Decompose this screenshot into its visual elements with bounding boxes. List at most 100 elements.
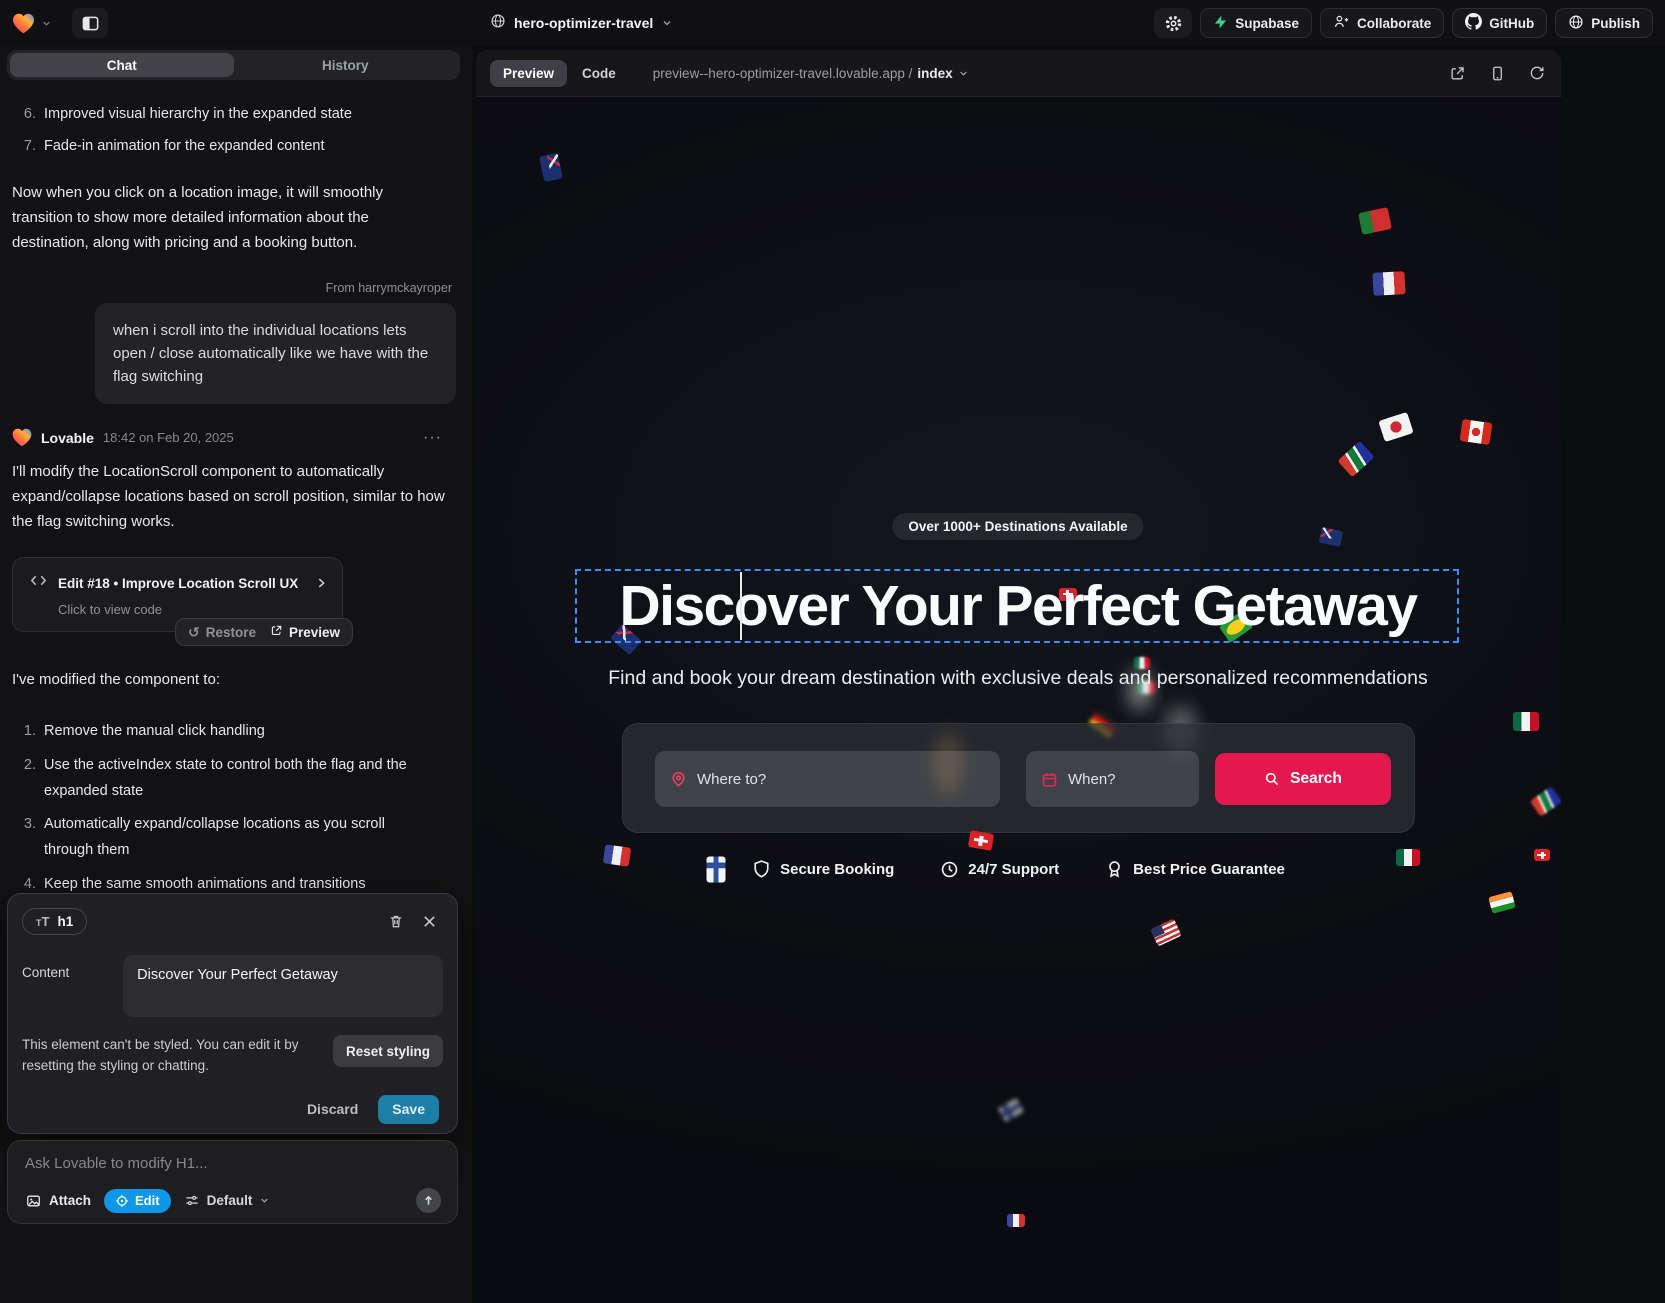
chevron-right-icon bbox=[314, 576, 328, 590]
list-item: 2.Use the activeIndex state to control b… bbox=[12, 753, 456, 805]
where-input[interactable]: Where to? bbox=[655, 751, 1000, 807]
text-caret bbox=[740, 572, 742, 640]
assistant-paragraph: Now when you click on a location image, … bbox=[12, 181, 448, 256]
flag-fi-icon bbox=[997, 1098, 1024, 1123]
discard-button[interactable]: Discard bbox=[307, 1101, 358, 1117]
assistant-name: Lovable bbox=[41, 430, 94, 446]
tab-code[interactable]: Code bbox=[569, 60, 629, 87]
chevron-down-icon[interactable] bbox=[41, 18, 52, 29]
content-textarea[interactable]: Discover Your Perfect Getaway bbox=[123, 955, 443, 1017]
flag-in-icon bbox=[1488, 891, 1516, 914]
restore-button[interactable]: ↺ Restore bbox=[188, 624, 256, 641]
code-icon bbox=[29, 572, 48, 594]
shield-icon bbox=[752, 859, 771, 879]
when-input[interactable]: When? bbox=[1026, 751, 1199, 807]
chat-mode-selector[interactable]: Default bbox=[184, 1193, 271, 1208]
element-tag: h1 bbox=[57, 914, 73, 929]
lovable-logo[interactable] bbox=[12, 13, 35, 34]
external-link-icon bbox=[270, 624, 283, 640]
refresh-button[interactable] bbox=[1529, 65, 1545, 81]
flag-mx-icon bbox=[1513, 712, 1539, 731]
supabase-button[interactable]: Supabase bbox=[1200, 8, 1312, 38]
edit-card-subtitle: Click to view code bbox=[58, 602, 328, 617]
chat-input[interactable]: Ask Lovable to modify H1... bbox=[25, 1155, 441, 1172]
publish-button[interactable]: Publish bbox=[1555, 8, 1653, 38]
open-in-new-tab-button[interactable] bbox=[1449, 65, 1466, 82]
close-icon[interactable] bbox=[422, 914, 437, 929]
flag-au-icon bbox=[539, 152, 563, 181]
edit-card[interactable]: Edit #18 • Improve Location Scroll UX Cl… bbox=[12, 557, 343, 632]
save-button[interactable]: Save bbox=[378, 1095, 439, 1124]
from-label: From harrymckayroper bbox=[12, 281, 456, 295]
supabase-icon bbox=[1213, 14, 1228, 33]
sidebar-toggle-button[interactable] bbox=[72, 8, 108, 38]
feature-secure-booking: Secure Booking bbox=[752, 859, 894, 879]
calendar-icon bbox=[1041, 771, 1058, 788]
settings-button[interactable] bbox=[1154, 8, 1192, 38]
edit-mode-button[interactable]: Edit bbox=[104, 1189, 171, 1213]
tab-history[interactable]: History bbox=[234, 53, 458, 77]
element-tag-pill[interactable]: TT h1 bbox=[22, 908, 87, 935]
flag-au-icon bbox=[1319, 527, 1344, 547]
feature-support: 24/7 Support bbox=[940, 859, 1059, 879]
send-button[interactable] bbox=[416, 1188, 441, 1213]
delete-element-button[interactable] bbox=[388, 913, 404, 930]
project-menu[interactable]: hero-optimizer-travel bbox=[490, 0, 673, 46]
clock-icon bbox=[940, 860, 959, 879]
feature-guarantee: Best Price Guarantee bbox=[1105, 859, 1285, 879]
chevron-down-icon bbox=[661, 17, 673, 29]
tab-chat[interactable]: Chat bbox=[10, 53, 234, 77]
preview-button[interactable]: Preview bbox=[270, 624, 340, 640]
list-item: 4.Keep the same smooth animations and tr… bbox=[12, 872, 456, 893]
search-button[interactable]: Search bbox=[1215, 753, 1391, 805]
url-host: preview--hero-optimizer-travel.lovable.a… bbox=[653, 66, 913, 81]
message-menu-button[interactable]: ··· bbox=[423, 429, 442, 447]
gear-icon bbox=[1164, 14, 1183, 33]
list-item: 7.Fade-in animation for the expanded con… bbox=[12, 136, 456, 157]
map-pin-icon bbox=[670, 770, 687, 788]
flag-ca-icon bbox=[1460, 419, 1493, 445]
site-viewport: Over 1000+ Destinations Available Discov… bbox=[476, 97, 1561, 1303]
award-icon bbox=[1105, 859, 1124, 879]
content-label: Content bbox=[22, 955, 123, 1017]
list-item: 3.Automatically expand/collapse location… bbox=[12, 812, 456, 864]
chevron-down-icon bbox=[259, 1195, 270, 1206]
flag-us-icon bbox=[1150, 918, 1182, 946]
preview-url[interactable]: preview--hero-optimizer-travel.lovable.a… bbox=[653, 66, 969, 81]
url-page: index bbox=[917, 66, 952, 81]
mobile-view-button[interactable] bbox=[1490, 65, 1505, 82]
collaborate-button[interactable]: Collaborate bbox=[1320, 8, 1444, 38]
github-button[interactable]: GitHub bbox=[1452, 8, 1547, 38]
chat-history-tabs: Chat History bbox=[7, 50, 460, 80]
hero-subtitle: Find and book your dream destination wit… bbox=[608, 667, 1427, 690]
lovable-avatar bbox=[12, 428, 32, 447]
restore-icon: ↺ bbox=[188, 624, 200, 641]
element-inspector-panel: TT h1 Content Discover Your Perfect Geta… bbox=[7, 893, 458, 1134]
flag-za-icon bbox=[1337, 441, 1374, 477]
flag-jp-icon bbox=[1378, 412, 1413, 442]
edit-card-title: Edit #18 • Improve Location Scroll UX bbox=[58, 576, 298, 591]
numbered-list-tail: 6.Improved visual hierarchy in the expan… bbox=[12, 104, 456, 157]
flag-ch-icon bbox=[968, 830, 995, 851]
preview-toolbar: Preview Code preview--hero-optimizer-tra… bbox=[476, 50, 1561, 97]
list-item: 6.Improved visual hierarchy in the expan… bbox=[12, 104, 456, 125]
app-root: hero-optimizer-travel Supabase Collabora… bbox=[0, 0, 1665, 1303]
github-icon bbox=[1465, 13, 1482, 33]
inspector-note: This element can't be styled. You can ed… bbox=[22, 1035, 322, 1077]
assistant-message-header: Lovable 18:42 on Feb 20, 2025 ··· bbox=[12, 428, 456, 447]
tab-preview[interactable]: Preview bbox=[490, 60, 567, 87]
chat-composer: Ask Lovable to modify H1... Attach Edit … bbox=[7, 1140, 458, 1224]
globe-icon bbox=[1568, 14, 1584, 33]
arrow-up-icon bbox=[422, 1194, 435, 1207]
chat-thread: 6.Improved visual hierarchy in the expan… bbox=[0, 86, 472, 893]
chevron-down-icon bbox=[958, 68, 969, 79]
preview-panel: Preview Code preview--hero-optimizer-tra… bbox=[476, 50, 1561, 1303]
text-type-icon: TT bbox=[36, 914, 49, 929]
reset-styling-button[interactable]: Reset styling bbox=[333, 1035, 443, 1067]
steps-list: 1.Remove the manual click handling2.Use … bbox=[12, 719, 456, 893]
topbar: hero-optimizer-travel Supabase Collabora… bbox=[0, 0, 1665, 46]
users-icon bbox=[1333, 13, 1350, 33]
attach-button[interactable]: Attach bbox=[25, 1193, 91, 1209]
image-icon bbox=[25, 1193, 42, 1209]
selection-outline bbox=[575, 569, 1459, 643]
